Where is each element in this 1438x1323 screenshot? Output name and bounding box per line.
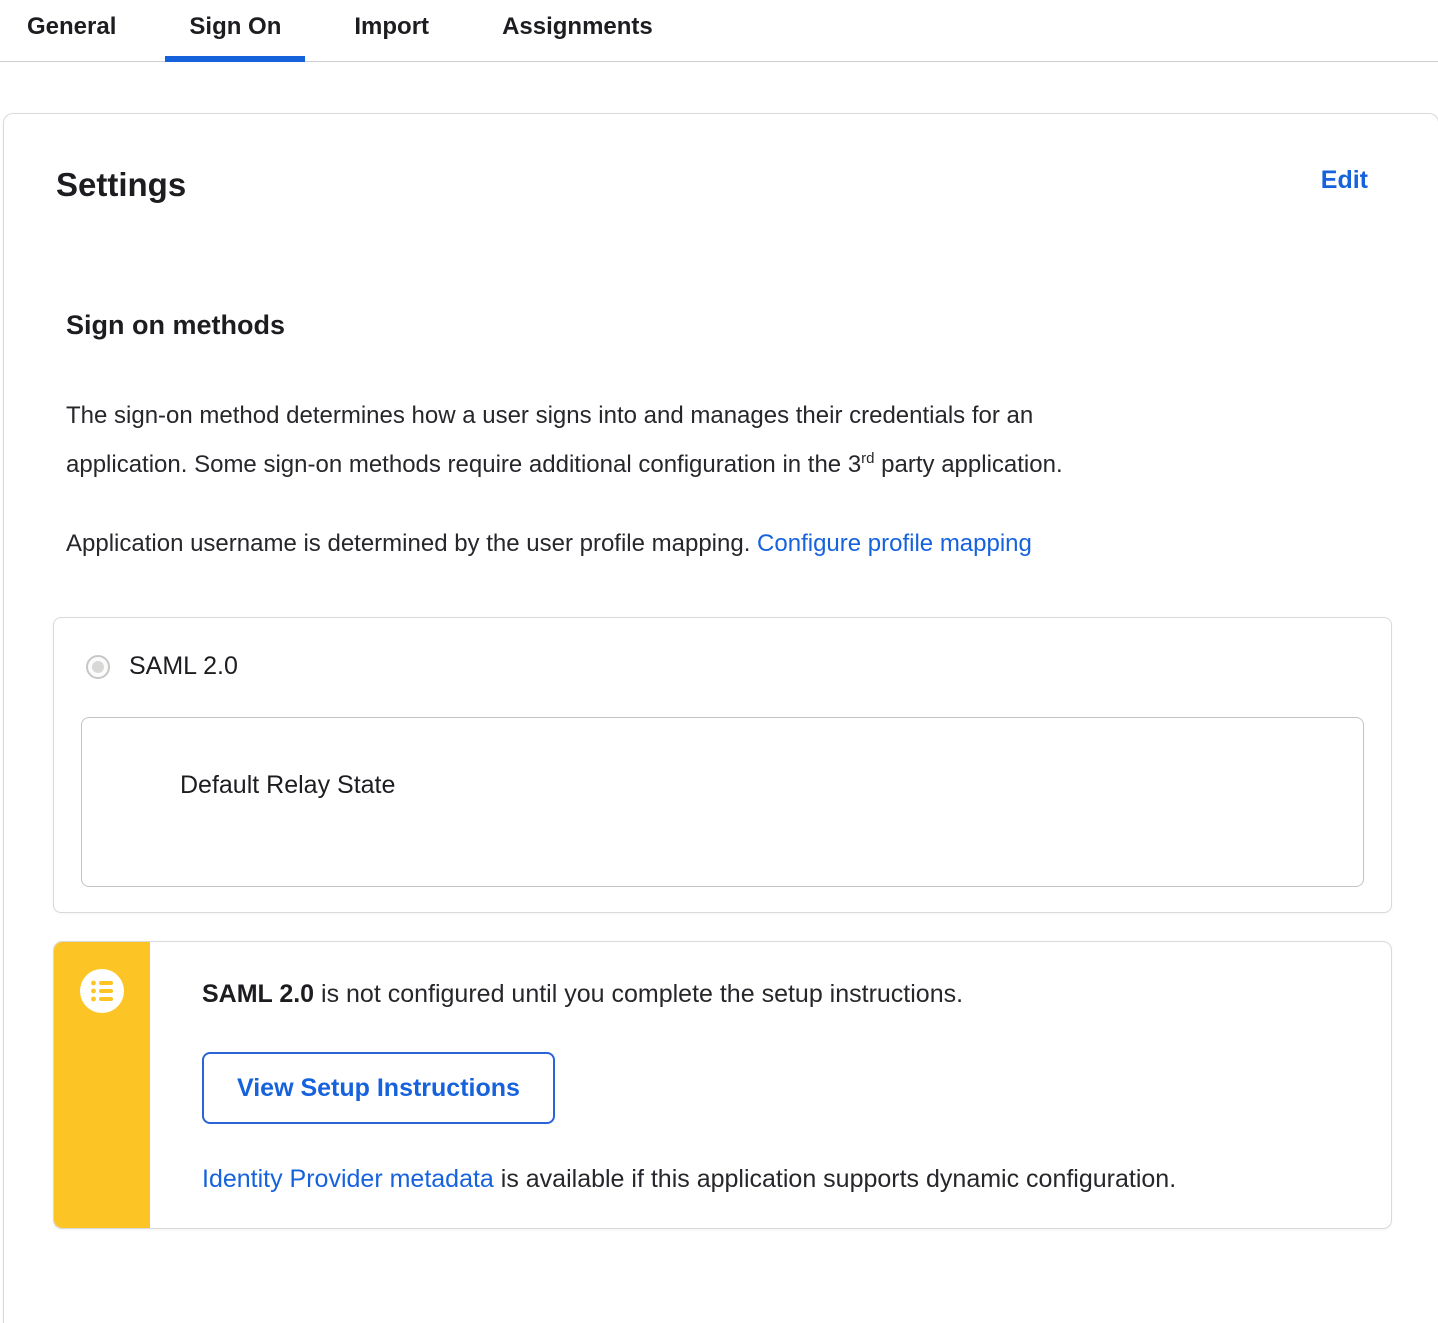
saml-radio-label: SAML 2.0 (129, 652, 238, 680)
metadata-sentence: is available if this application support… (493, 1165, 1177, 1193)
default-relay-state-label: Default Relay State (180, 771, 396, 799)
sign-on-methods-heading: Sign on methods (66, 310, 285, 340)
settings-card: Settings Edit Sign on methods The sign-o… (3, 113, 1438, 1323)
callout-message-bold: SAML 2.0 (202, 980, 315, 1008)
callout-message-rest: is not configured until you complete the… (314, 980, 964, 1008)
sign-on-description-line2-end: party application. (874, 451, 1063, 478)
saml-radio-button[interactable] (86, 654, 110, 679)
edit-button[interactable]: Edit (1321, 166, 1368, 195)
identity-provider-metadata-link[interactable]: Identity Provider metadata (202, 1165, 494, 1193)
saml-method-box: SAML 2.0 Default Relay State (53, 617, 1392, 913)
callout-body: SAML 2.0 is not configured until you com… (150, 942, 1391, 1228)
callout-message: SAML 2.0 is not configured until you com… (202, 979, 1351, 1009)
default-relay-state-fieldset: Default Relay State (81, 717, 1364, 887)
settings-title: Settings (56, 166, 187, 203)
profile-mapping-text: Application username is determined by th… (66, 529, 1392, 559)
metadata-text: Identity Provider metadata is available … (202, 1164, 1351, 1194)
list-icon (80, 969, 124, 1013)
callout-accent-stripe (54, 942, 150, 1228)
tab-import[interactable]: Import (330, 0, 453, 61)
sign-on-description: The sign-on method determines how a user… (66, 391, 1392, 489)
setup-callout: SAML 2.0 is not configured until you com… (53, 941, 1392, 1229)
tab-sign-on[interactable]: Sign On (165, 0, 306, 62)
tab-assignments[interactable]: Assignments (478, 0, 677, 61)
settings-card-header: Settings Edit (53, 166, 1392, 204)
tab-general[interactable]: General (3, 0, 140, 61)
view-setup-instructions-button[interactable]: View Setup Instructions (202, 1052, 555, 1124)
app-tabbar: General Sign On Import Assignments (0, 0, 1438, 62)
ordinal-superscript: rd (861, 450, 875, 467)
sign-on-description-line1: The sign-on method determines how a user… (66, 402, 1034, 429)
configure-profile-mapping-link[interactable]: Configure profile mapping (757, 530, 1032, 557)
sign-on-description-line2: application. Some sign-on methods requir… (66, 451, 862, 478)
saml-radio-row: SAML 2.0 (86, 652, 1364, 681)
profile-mapping-sentence: Application username is determined by th… (66, 530, 758, 557)
